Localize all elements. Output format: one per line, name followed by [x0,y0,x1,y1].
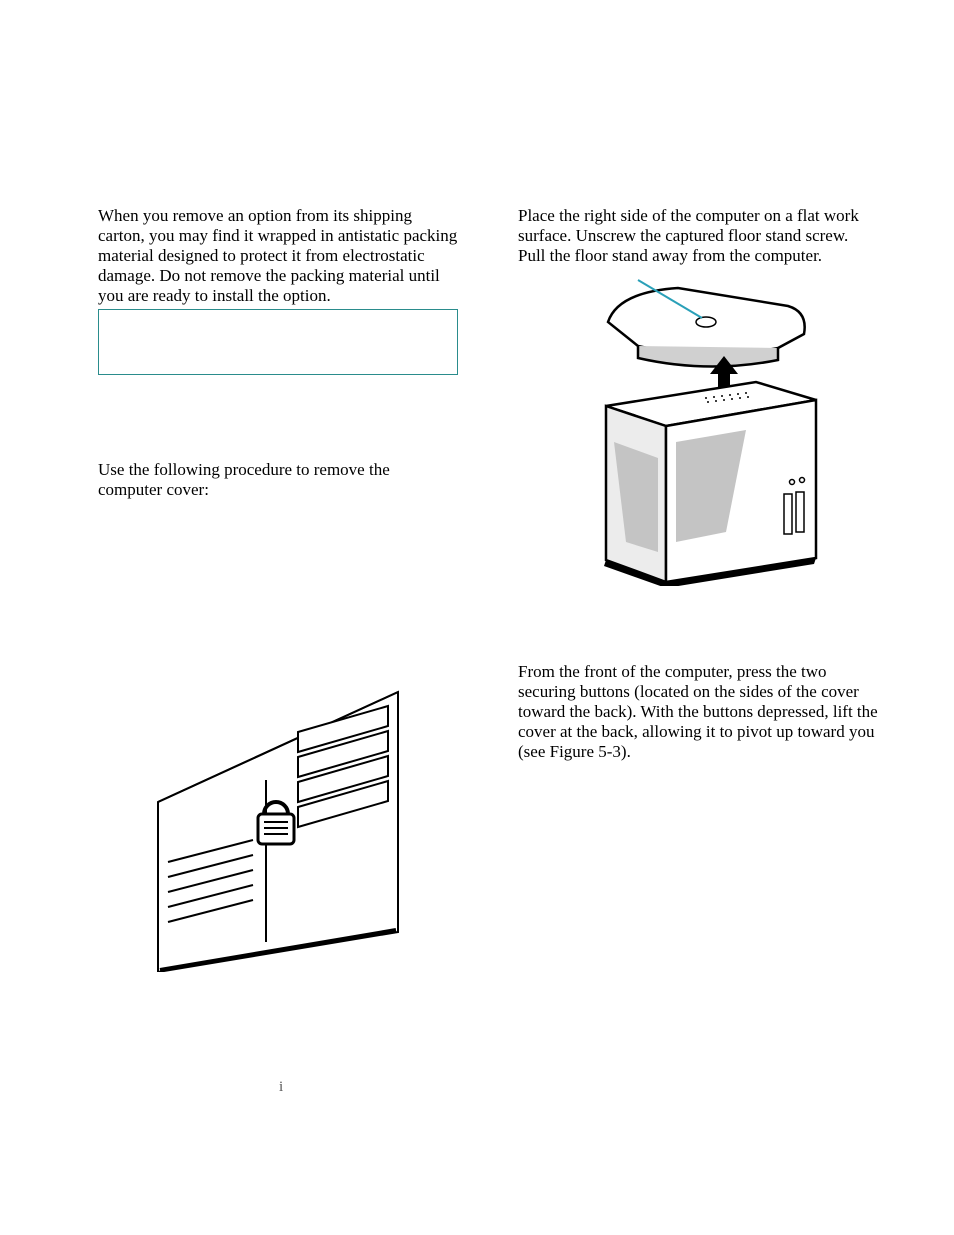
floor-stand-icon [518,276,878,586]
note-box [98,309,458,375]
figure-floor-stand [518,276,878,586]
left-column-block-1: When you remove an option from its shipp… [98,206,458,306]
paragraph-securing-buttons: From the front of the computer, press th… [518,662,878,762]
figure-padlock [98,672,458,972]
page-number: i [279,1079,283,1096]
paragraph-floor-stand: Place the right side of the computer on … [518,206,878,266]
padlock-icon [98,672,458,972]
document-page: When you remove an option from its shipp… [0,0,954,1235]
left-column-block-2: Use the following procedure to remove th… [98,460,458,500]
paragraph-antistatic-warning: When you remove an option from its shipp… [98,206,458,306]
paragraph-cover-procedure-intro: Use the following procedure to remove th… [98,460,458,500]
right-column-block-1: Place the right side of the computer on … [518,206,878,266]
right-column-block-2: From the front of the computer, press th… [518,662,878,762]
